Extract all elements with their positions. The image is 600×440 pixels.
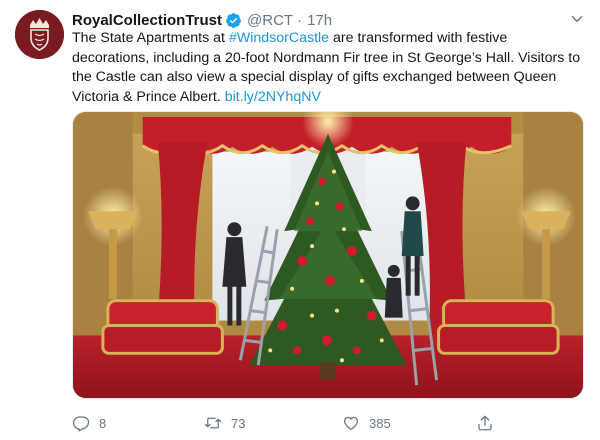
- separator-dot: ·: [297, 11, 303, 29]
- chevron-down-icon[interactable]: [568, 10, 586, 28]
- tweet-card[interactable]: RoyalCollectionTrust @RCT · 17h The Stat…: [0, 0, 600, 440]
- reply-button[interactable]: 8: [72, 412, 106, 434]
- author-name[interactable]: RoyalCollectionTrust: [72, 12, 222, 29]
- like-button[interactable]: 385: [342, 412, 391, 434]
- tweet-actions: 8 73 385: [72, 412, 512, 434]
- hashtag-link[interactable]: #WindsorCastle: [229, 30, 329, 46]
- crest-logo: [15, 10, 64, 59]
- tweet-header: RoyalCollectionTrust @RCT · 17h: [72, 10, 332, 30]
- share-icon: [478, 415, 492, 431]
- reply-icon: [72, 416, 90, 432]
- author-handle[interactable]: @RCT: [247, 12, 293, 29]
- christmas-tree-photo: [73, 112, 583, 398]
- tweet-photo[interactable]: [72, 111, 584, 399]
- timestamp[interactable]: 17h: [307, 12, 332, 29]
- tweet-text: The State Apartments at #WindsorCastle a…: [72, 29, 582, 107]
- url-link[interactable]: bit.ly/2NYhqNV: [225, 89, 321, 105]
- retweet-icon: [204, 417, 222, 429]
- like-count: 385: [369, 415, 391, 431]
- avatar[interactable]: [15, 10, 64, 59]
- reply-count: 8: [99, 415, 107, 431]
- retweet-button[interactable]: 73: [204, 412, 245, 434]
- retweet-count: 73: [231, 415, 246, 431]
- heart-icon: [343, 416, 359, 431]
- share-button[interactable]: [476, 412, 503, 434]
- verified-badge-icon: [226, 12, 241, 28]
- tweet-text-part: The State Apartments at: [72, 30, 229, 46]
